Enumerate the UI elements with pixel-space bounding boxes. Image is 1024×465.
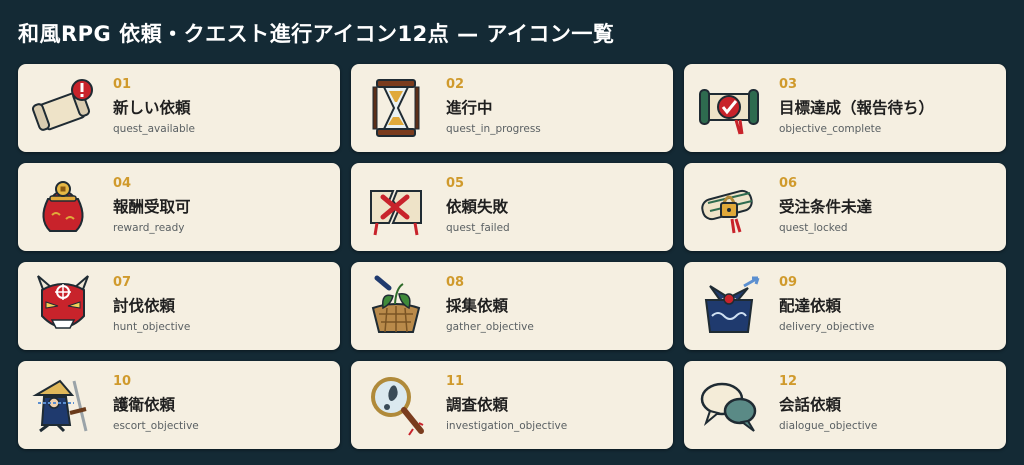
card-id: quest_locked xyxy=(779,222,848,234)
speech-bubbles-icon xyxy=(696,373,762,437)
scroll-checkmark-icon xyxy=(696,76,762,140)
icon-card-reward-ready[interactable]: 04 報酬受取可 reward_ready xyxy=(18,163,340,251)
card-id: delivery_objective xyxy=(779,321,875,333)
card-number: 10 xyxy=(113,374,132,389)
icon-card-dialogue-objective[interactable]: 12 会話依頼 dialogue_objective xyxy=(684,361,1006,449)
card-title: 採集依頼 xyxy=(446,297,509,315)
icon-card-quest-in-progress[interactable]: 02 進行中 quest_in_progress xyxy=(351,64,673,152)
oni-mask-target-icon xyxy=(30,274,96,338)
hourglass-icon xyxy=(363,76,429,140)
card-id: dialogue_objective xyxy=(779,420,878,432)
card-title: 討伐依頼 xyxy=(113,297,176,315)
card-number: 04 xyxy=(113,176,132,191)
icon-card-escort-objective[interactable]: 10 護衛依頼 escort_objective xyxy=(18,361,340,449)
furoshiki-bundle-icon xyxy=(696,274,762,338)
card-number: 12 xyxy=(779,374,798,389)
scroll-exclamation-icon xyxy=(30,76,96,140)
card-id: hunt_objective xyxy=(113,321,191,333)
magnifier-footprint-icon xyxy=(363,373,429,437)
card-number: 03 xyxy=(779,77,798,92)
card-number: 07 xyxy=(113,275,132,290)
card-title: 報酬受取可 xyxy=(113,198,191,216)
card-number: 01 xyxy=(113,77,132,92)
scroll-padlock-icon xyxy=(696,175,762,239)
card-number: 02 xyxy=(446,77,465,92)
card-id: reward_ready xyxy=(113,222,185,234)
icon-card-quest-failed[interactable]: 05 依頼失敗 quest_failed xyxy=(351,163,673,251)
card-title: 新しい依頼 xyxy=(113,99,191,117)
card-title: 会話依頼 xyxy=(779,396,842,414)
card-title: 進行中 xyxy=(446,99,493,117)
icon-card-objective-complete[interactable]: 03 目標達成（報告待ち） objective_complete xyxy=(684,64,1006,152)
torn-scroll-x-icon xyxy=(363,175,429,239)
card-number: 09 xyxy=(779,275,798,290)
card-id: escort_objective xyxy=(113,420,199,432)
card-number: 11 xyxy=(446,374,465,389)
icon-card-quest-available[interactable]: 01 新しい依頼 quest_available xyxy=(18,64,340,152)
icon-card-delivery-objective[interactable]: 09 配達依頼 delivery_objective xyxy=(684,262,1006,350)
icon-card-quest-locked[interactable]: 06 受注条件未達 quest_locked xyxy=(684,163,1006,251)
reward-pouch-icon xyxy=(30,175,96,239)
icon-card-hunt-objective[interactable]: 07 討伐依頼 hunt_objective xyxy=(18,262,340,350)
card-id: objective_complete xyxy=(779,123,882,135)
page-title: 和風RPG 依頼・クエスト進行アイコン12点 — アイコン一覧 xyxy=(18,22,615,46)
card-number: 06 xyxy=(779,176,798,191)
card-id: investigation_objective xyxy=(446,420,568,432)
card-id: gather_objective xyxy=(446,321,534,333)
card-title: 依頼失敗 xyxy=(446,198,509,216)
card-number: 08 xyxy=(446,275,465,290)
herb-basket-icon xyxy=(363,274,429,338)
icon-card-investigation-objective[interactable]: 11 調査依頼 investigation_objective xyxy=(351,361,673,449)
icon-card-gather-objective[interactable]: 08 採集依頼 gather_objective xyxy=(351,262,673,350)
card-title: 調査依頼 xyxy=(446,396,509,414)
card-number: 05 xyxy=(446,176,465,191)
traveler-sword-icon xyxy=(30,373,96,437)
card-id: quest_failed xyxy=(446,222,510,234)
card-title: 配達依頼 xyxy=(779,297,842,315)
card-id: quest_available xyxy=(113,123,196,135)
card-title: 目標達成（報告待ち） xyxy=(779,99,935,117)
card-title: 護衛依頼 xyxy=(113,396,176,414)
card-title: 受注条件未達 xyxy=(779,198,873,216)
card-id: quest_in_progress xyxy=(446,123,541,135)
icon-grid: 01 新しい依頼 quest_available 02 進行中 quest_in… xyxy=(18,64,1006,449)
